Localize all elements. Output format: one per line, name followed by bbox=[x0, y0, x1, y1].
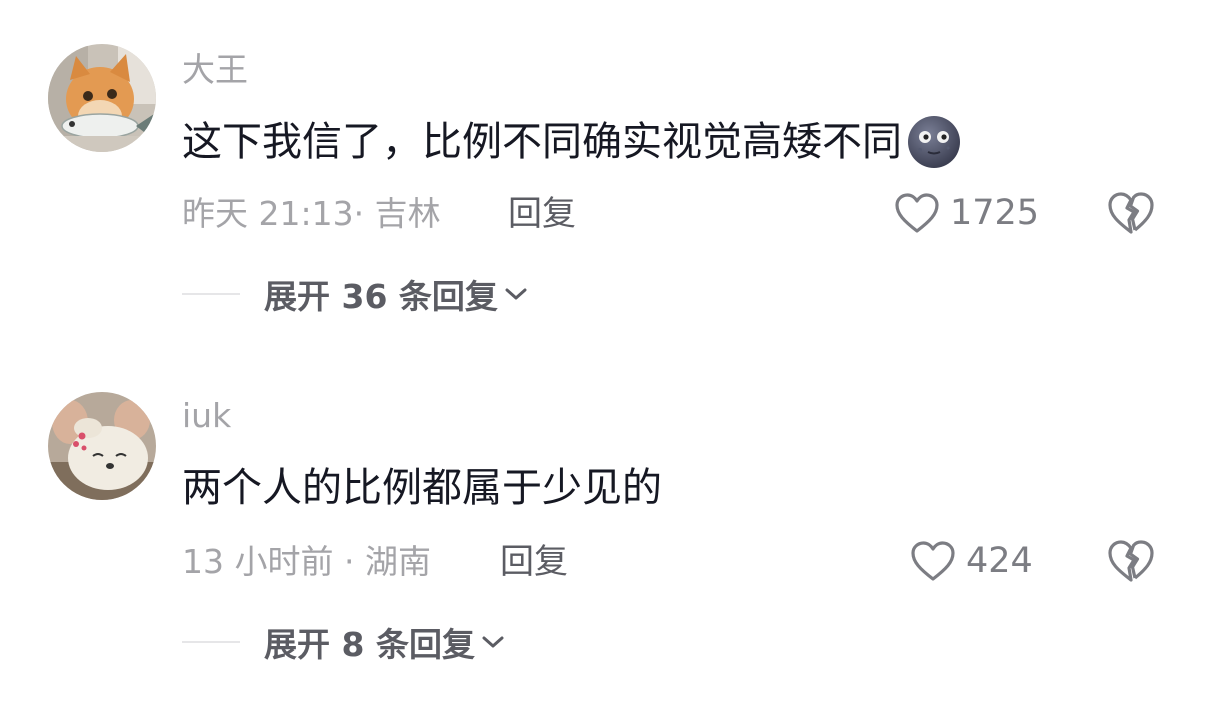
avatar[interactable] bbox=[48, 392, 156, 500]
comment-item: iuk 两个人的比例都属于少见的 13 小时前 · 湖南 回复 424 展开 8… bbox=[0, 0, 1206, 711]
heart-outline-icon bbox=[911, 541, 955, 581]
divider-line bbox=[182, 641, 240, 643]
comment-text: 两个人的比例都属于少见的 bbox=[182, 460, 662, 516]
expand-replies-button[interactable]: 展开 8 条回复 bbox=[182, 618, 505, 666]
plush-avatar-image bbox=[48, 392, 156, 500]
like-count: 424 bbox=[966, 541, 1033, 581]
username[interactable]: iuk bbox=[182, 396, 231, 436]
dislike-button[interactable] bbox=[1106, 538, 1156, 588]
comment-text-content: 两个人的比例都属于少见的 bbox=[182, 465, 662, 511]
broken-heart-icon bbox=[1108, 540, 1154, 582]
expand-replies-label: 展开 8 条回复 bbox=[264, 625, 475, 664]
reply-button[interactable]: 回复 bbox=[500, 540, 568, 584]
chevron-down-icon bbox=[482, 636, 504, 648]
like-button[interactable]: 424 bbox=[910, 536, 1033, 586]
comment-meta: 13 小时前 · 湖南 bbox=[182, 542, 431, 581]
